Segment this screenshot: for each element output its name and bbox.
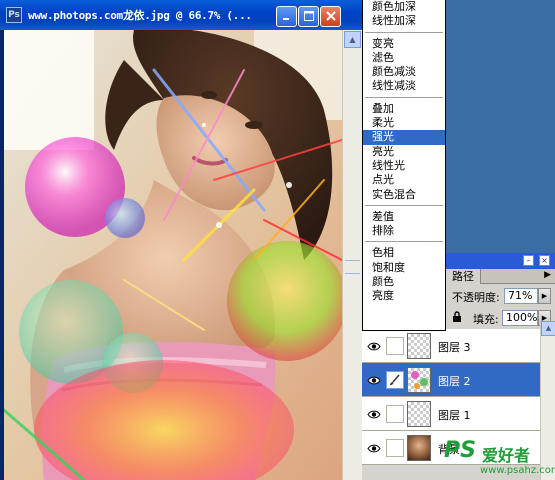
blend-mode-item[interactable]: 变亮: [363, 37, 445, 51]
blend-mode-item[interactable]: 差值: [363, 210, 445, 224]
fill-row: 填充: 100% ▶: [446, 308, 555, 328]
scroll-up-arrow-icon[interactable]: ▲: [344, 31, 361, 48]
blend-mode-item[interactable]: 线性加深: [363, 14, 445, 28]
menu-separator: [363, 29, 445, 37]
layer-name: 图层 2: [438, 375, 471, 388]
menu-separator: [363, 94, 445, 102]
link-cell[interactable]: [386, 405, 404, 423]
watermark-logo: PS: [444, 438, 476, 463]
blend-mode-item[interactable]: 线性减淡: [363, 79, 445, 93]
blend-mode-item[interactable]: 饱和度: [363, 261, 445, 275]
menu-separator: [363, 202, 445, 210]
document-vertical-scrollbar[interactable]: ▲: [342, 30, 362, 480]
blend-mode-item[interactable]: 强光: [363, 130, 445, 145]
lock-icon[interactable]: [452, 311, 462, 323]
fill-label: 填充:: [473, 313, 499, 326]
layer-name: 图层 1: [438, 409, 471, 422]
minimize-button[interactable]: [276, 6, 297, 27]
link-cell[interactable]: [386, 439, 404, 457]
photo-artwork: [4, 30, 342, 480]
blend-mode-item[interactable]: 颜色: [363, 275, 445, 289]
link-cell[interactable]: [386, 337, 404, 355]
blend-mode-item[interactable]: 滤色: [363, 51, 445, 65]
document-window: Ps www.photops.com龙依.jpg @ 66.7% (... ▲: [0, 0, 362, 480]
blend-mode-item[interactable]: 点光: [363, 173, 445, 187]
maximize-button[interactable]: [298, 6, 319, 27]
layer-thumbnail: [407, 435, 431, 461]
blend-mode-item[interactable]: 颜色加深: [363, 0, 445, 14]
opacity-dropdown-arrow-icon[interactable]: ▶: [538, 288, 551, 304]
scroll-grip[interactable]: [345, 260, 360, 274]
layer-name: 图层 3: [438, 341, 471, 354]
document-titlebar[interactable]: Ps www.photops.com龙依.jpg @ 66.7% (...: [0, 0, 362, 30]
tab-paths[interactable]: 路径: [446, 269, 481, 284]
minimize-icon: [282, 11, 291, 23]
opacity-label: 不透明度:: [452, 291, 500, 304]
panel-minimize-icon[interactable]: –: [523, 255, 534, 266]
close-icon: [325, 10, 336, 23]
eye-visibility-icon[interactable]: [363, 364, 385, 396]
blend-mode-item[interactable]: 叠加: [363, 102, 445, 116]
opacity-input[interactable]: 71%: [504, 288, 538, 304]
panel-close-icon[interactable]: ×: [539, 255, 550, 266]
opacity-row: 不透明度: 71% ▶: [446, 286, 555, 306]
blend-mode-item[interactable]: 色相: [363, 246, 445, 260]
fill-input[interactable]: 100%: [502, 310, 538, 326]
watermark-url: www.psahz.com: [480, 465, 555, 476]
eye-visibility-icon[interactable]: [363, 398, 385, 430]
panel-tab-strip: 路径 ▶: [446, 269, 555, 284]
brush-icon[interactable]: [386, 371, 404, 389]
blend-mode-item[interactable]: 亮光: [363, 145, 445, 159]
layer-thumbnail: [407, 401, 431, 427]
document-title: www.photops.com龙依.jpg @ 66.7% (...: [28, 9, 252, 22]
blend-mode-item[interactable]: 亮度: [363, 289, 445, 303]
watermark: PS 爱好者 www.psahz.com: [444, 438, 555, 480]
layer-thumbnail: [407, 333, 431, 359]
blend-mode-item[interactable]: 线性光: [363, 159, 445, 173]
blend-mode-item[interactable]: 实色混合: [363, 188, 445, 202]
eye-visibility-icon[interactable]: [363, 330, 385, 362]
menu-separator: [363, 238, 445, 246]
blend-mode-item[interactable]: 排除: [363, 224, 445, 238]
maximize-icon: [303, 10, 314, 23]
close-button[interactable]: [320, 6, 341, 27]
layer-row[interactable]: 图层 2: [362, 363, 540, 397]
blend-mode-item[interactable]: 柔光: [363, 116, 445, 130]
watermark-name: 爱好者: [482, 446, 531, 465]
layers-panel-titlebar[interactable]: – ×: [446, 253, 555, 269]
layer-row[interactable]: 图层 3: [362, 329, 540, 363]
layers-scroll-up-icon[interactable]: ▲: [541, 321, 555, 336]
document-canvas[interactable]: [4, 30, 342, 480]
blend-mode-dropdown-list[interactable]: 颜色加深 线性加深变亮 滤色 颜色减淡 线性减淡叠加 柔光 强光 亮光 线性光 点光 实色混合差值排…: [362, 0, 446, 331]
eye-visibility-icon[interactable]: [363, 432, 385, 464]
blend-mode-item[interactable]: 颜色减淡: [363, 65, 445, 79]
layer-row[interactable]: 图层 1: [362, 397, 540, 431]
panel-menu-arrow-icon[interactable]: ▶: [544, 270, 551, 280]
photoshop-doc-icon: Ps: [6, 7, 22, 23]
layer-thumbnail: [407, 367, 431, 393]
